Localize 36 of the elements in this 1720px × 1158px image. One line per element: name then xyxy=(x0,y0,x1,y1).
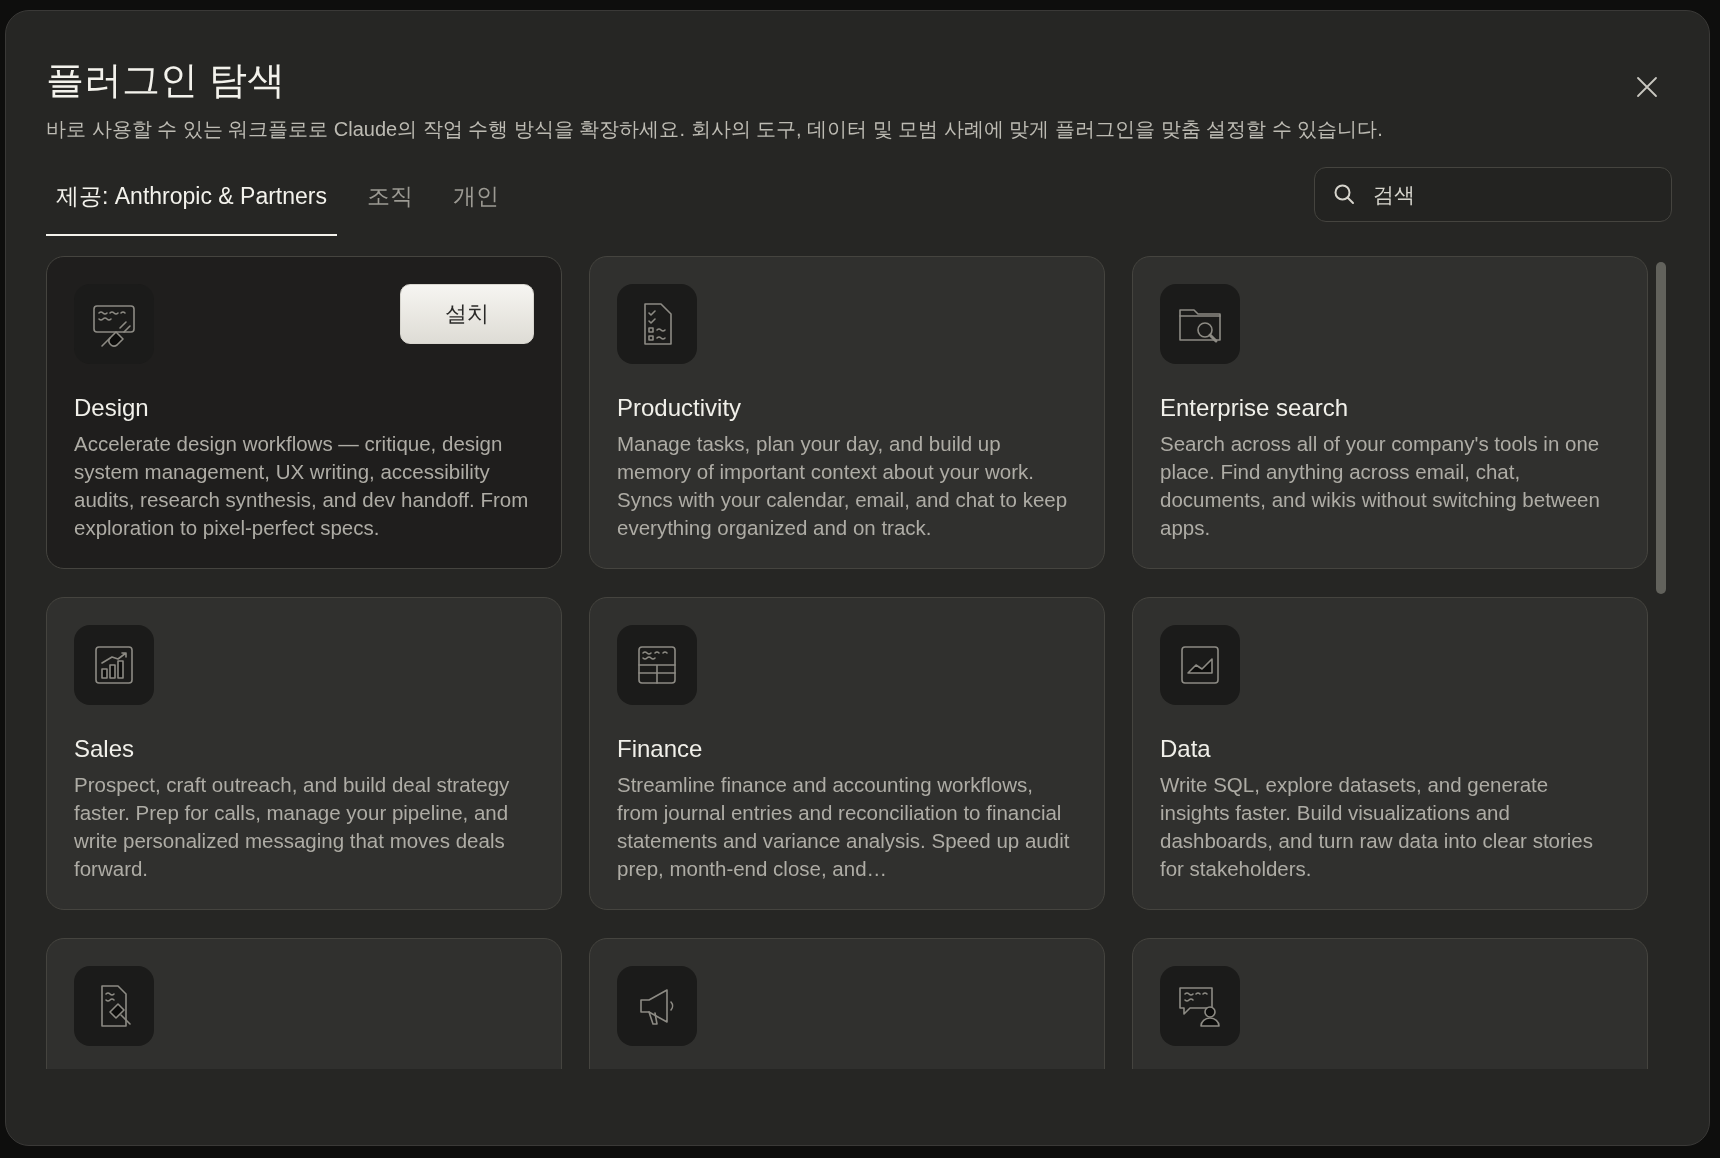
plugin-card[interactable]: Sales Prospect, craft outreach, and build deal strategy faster. Prep for calls, manage your pipeline, and write personalized messaging that moves deals forward. xyxy=(46,597,562,910)
bar-chart-icon xyxy=(74,625,154,705)
plugin-description: Write SQL, explore datasets, and generate insights faster. Build visualizations and dashboards, and turn raw data into clear stories for stakeholders. xyxy=(1160,772,1595,882)
dialog-subtitle: 바로 사용할 수 있는 워크플로로 Claude의 작업 수행 방식을 확장하세요. 회사의 도구, 데이터 및 모범 사례에 맞게 플러그인을 맞춤 설정할 수 있습니다. xyxy=(46,117,1383,142)
plugin-name: Sales xyxy=(74,734,136,764)
checklist-document-icon xyxy=(617,284,697,364)
plugin-card[interactable]: Productivity Manage tasks, plan your day, and build up memory of important context about your work. Syncs with your calendar, email, and chat to keep everything organized and on track. xyxy=(589,256,1105,569)
document-gavel-icon xyxy=(74,966,154,1046)
install-button[interactable]: 설치 xyxy=(400,284,534,344)
plugin-description: Prospect, craft outreach, and build deal strategy faster. Prep for calls, manage your pipeline, and write personalized messaging that moves deals forward. xyxy=(74,772,511,882)
search-field[interactable]: 검색 xyxy=(1314,167,1672,222)
plugin-name: Productivity xyxy=(617,393,743,423)
plugin-card[interactable]: Finance Streamline finance and accounting workflows, from journal entries and reconciliation to financial statements and variance analysis. Speed up audit prep, month-end close, and… xyxy=(589,597,1105,910)
plugin-description: Search across all of your company's tools in one place. Find anything across email, chat, documents, and wikis without switching between apps. xyxy=(1160,431,1601,541)
plugin-description: Streamline finance and accounting workflows, from journal entries and reconciliation to financial statements and variance analysis. Speed up audit prep, month-end close, and… xyxy=(617,772,1071,882)
scrollbar-thumb[interactable] xyxy=(1656,262,1666,594)
plugin-name: Enterprise search xyxy=(1160,393,1350,423)
tab[interactable]: 개인 xyxy=(443,169,509,236)
close-icon[interactable] xyxy=(1635,75,1659,99)
plugin-description: Accelerate design workflows — critique, design system management, UX writing, accessibility audits, research synthesis, and dev handoff. From exploration to pixel-perfect specs. xyxy=(74,431,530,541)
chat-person-icon xyxy=(1160,966,1240,1046)
plugin-card[interactable]: Enterprise search Search across all of your company's tools in one place. Find anything across email, chat, documents, and wikis without switching between apps. xyxy=(1132,256,1648,569)
plugin-name: Design xyxy=(74,393,150,423)
line-chart-icon xyxy=(1160,625,1240,705)
folder-search-icon xyxy=(1160,284,1240,364)
whiteboard-plug-icon xyxy=(74,284,154,364)
plugin-name: Finance xyxy=(617,734,704,764)
plugin-card[interactable]: 설치 Design Accelerate design workflows — critique, design system management, UX writing, accessibility audits, research synthesis, and dev handoff. From exploration to pixel-perfect specs. xyxy=(46,256,562,569)
dialog-title: 플러그인 탐색 xyxy=(46,58,286,103)
plugin-description: Manage tasks, plan your day, and build up memory of important context about your work. Syncs with your calendar, email, and chat to keep everything organized and on track. xyxy=(617,431,1069,541)
plugin-name: Data xyxy=(1160,734,1212,764)
megaphone-icon xyxy=(617,966,697,1046)
plugin-card[interactable]: Data Write SQL, explore datasets, and generate insights faster. Build visualizations and dashboards, and turn raw data into clear stories for stakeholders. xyxy=(1132,597,1648,910)
tab[interactable]: 조직 xyxy=(357,169,423,236)
tab[interactable]: 제공: Anthropic & Partners xyxy=(46,169,337,236)
spreadsheet-icon xyxy=(617,625,697,705)
